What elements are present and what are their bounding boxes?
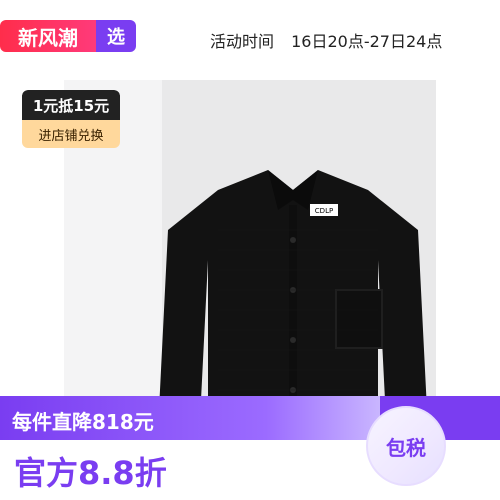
brand-badge: 新风潮 选 bbox=[0, 20, 136, 52]
shirt-label-text: CDLP bbox=[315, 207, 333, 215]
brand-right: 选 bbox=[96, 20, 136, 52]
activity-time: 活动时间 16日20点-27日24点 bbox=[210, 28, 442, 52]
tax-badge: 包税 bbox=[366, 406, 446, 486]
product-card: 新风潮 选 活动时间 16日20点-27日24点 CDLP 1元抵15元 进店铺… bbox=[0, 0, 500, 500]
shirt-pocket bbox=[335, 289, 383, 349]
shirt-button bbox=[290, 337, 296, 343]
promo-action: 进店铺兑换 bbox=[22, 120, 120, 148]
top-bar: 新风潮 选 活动时间 16日20点-27日24点 bbox=[0, 0, 500, 72]
discount-text: 每件直降818元 bbox=[12, 410, 154, 434]
activity-range: 16日20点-27日24点 bbox=[291, 32, 443, 51]
brand-left: 新风潮 bbox=[0, 20, 96, 52]
tax-badge-text: 包税 bbox=[386, 435, 426, 460]
promo-sticker[interactable]: 1元抵15元 进店铺兑换 bbox=[22, 90, 120, 148]
promo-headline: 1元抵15元 bbox=[22, 90, 120, 120]
official-discount: 官方8.8折 bbox=[14, 454, 167, 492]
shirt-button bbox=[290, 237, 296, 243]
activity-label: 活动时间 bbox=[210, 32, 275, 51]
discount-banner: 每件直降818元 bbox=[0, 396, 380, 440]
